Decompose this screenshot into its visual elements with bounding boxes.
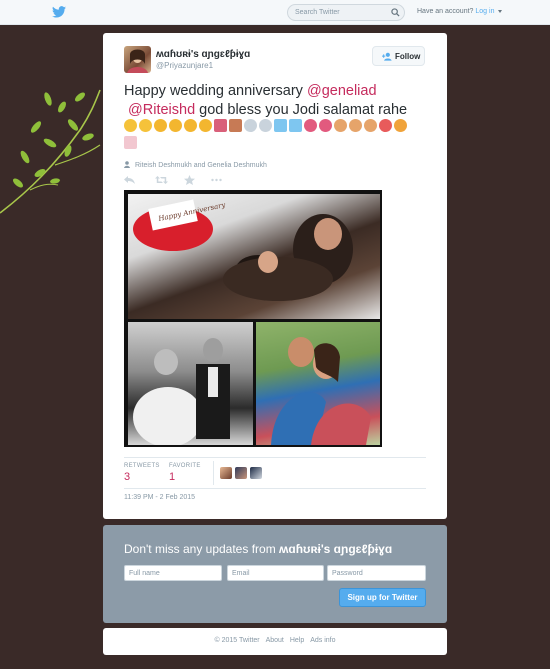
tweet-text-part1: Happy wedding anniversary	[124, 83, 307, 99]
signup-title: Don't miss any updates from ʍɑɦʊʀɨ's ɑɲɡ…	[124, 542, 392, 556]
stats-vertical-divider	[213, 461, 214, 485]
add-user-icon	[382, 52, 392, 61]
twitter-bird-icon[interactable]	[52, 6, 66, 18]
more-options-icon[interactable]	[211, 175, 222, 185]
search-input[interactable]: Search Twitter	[287, 4, 405, 21]
search-icon[interactable]	[391, 8, 400, 17]
favoriter-avatar[interactable]	[250, 467, 262, 479]
tweet-card: ʍɑɦʊʀɨ's ɑɲɡɛℓƥɨɣɑ @Priyazunjare1 Follow…	[103, 33, 447, 519]
retweets-count[interactable]: 3	[124, 471, 130, 483]
follow-button[interactable]: Follow	[372, 46, 425, 66]
couple-emoji-icon	[229, 119, 242, 132]
cake-emoji-icon	[124, 136, 137, 149]
author-name[interactable]: ʍɑɦʊʀɨ's ɑɲɡɛℓƥɨɣɑ	[156, 49, 250, 60]
mention-link-geneliad[interactable]: @geneliad	[307, 83, 377, 99]
account-prompt: Have an account?	[417, 8, 474, 15]
ring-emoji-icon	[244, 119, 257, 132]
account-menu[interactable]: Have an account? Log in	[417, 8, 503, 15]
gem-emoji-icon	[289, 119, 302, 132]
heart-eyes-emoji-icon	[124, 119, 137, 132]
author-handle[interactable]: @Priyazunjare1	[156, 61, 213, 70]
person-icon	[124, 161, 130, 168]
favoriter-avatar[interactable]	[235, 467, 247, 479]
clap-emoji-icon	[334, 119, 347, 132]
couple-kiss-emoji-icon	[214, 119, 227, 132]
tweet-text: Happy wedding anniversary @geneliad @Rit…	[124, 82, 434, 120]
emoji-row	[124, 119, 434, 153]
signup-button[interactable]: Sign up for Twitter	[339, 588, 426, 607]
kiss-emoji-icon	[184, 119, 197, 132]
favoriter-avatar[interactable]	[220, 467, 232, 479]
tweet-text-part2: god bless you Jodi salamat rahe	[195, 102, 408, 118]
follow-label: Follow	[395, 52, 421, 61]
footer-copyright: © 2015 Twitter	[214, 637, 260, 644]
photo-wedding-bw	[128, 322, 253, 445]
photo-couple-anniversary: Happy Anniversary	[128, 194, 380, 319]
bouquet-emoji-icon	[319, 119, 332, 132]
author-avatar[interactable]	[124, 46, 151, 73]
clap-emoji-icon	[364, 119, 377, 132]
stats-top-divider	[124, 457, 426, 458]
confetti-emoji-icon	[379, 119, 392, 132]
ring-emoji-icon	[259, 119, 272, 132]
favorites-count[interactable]: 1	[169, 471, 175, 483]
photo-couple-hug	[256, 322, 380, 445]
tweet-actions	[124, 175, 234, 185]
favorites-label: FAVORITE	[169, 463, 201, 469]
tweet-timestamp[interactable]: 11:39 PM - 2 Feb 2015	[124, 494, 195, 501]
caret-down-icon	[498, 9, 503, 13]
login-link[interactable]: Log in	[475, 8, 494, 15]
reply-icon[interactable]	[124, 175, 135, 185]
email-field[interactable]: Email	[227, 565, 324, 581]
signup-title-prefix: Don't miss any updates from	[124, 542, 280, 556]
footer-ads-link[interactable]: Ads info	[310, 637, 335, 644]
footer-help-link[interactable]: Help	[290, 637, 304, 644]
favorite-star-icon[interactable]	[184, 175, 195, 185]
gem-emoji-icon	[274, 119, 287, 132]
heart-eyes-emoji-icon	[139, 119, 152, 132]
tagged-names: Riteish Deshmukh and Genelia Deshmukh	[134, 162, 267, 169]
leaf-branch-decoration	[0, 89, 101, 214]
bouquet-emoji-icon	[304, 119, 317, 132]
footer-about-link[interactable]: About	[266, 637, 284, 644]
password-field[interactable]: Password	[327, 565, 426, 581]
kiss-emoji-icon	[154, 119, 167, 132]
top-bar: Search Twitter Have an account? Log in	[0, 0, 550, 25]
kiss-emoji-icon	[199, 119, 212, 132]
clap-emoji-icon	[349, 119, 362, 132]
footer: © 2015 Twitter About Help Ads info	[103, 628, 447, 655]
mention-link-riteishd[interactable]: @Riteishd	[128, 102, 195, 118]
retweet-icon[interactable]	[155, 175, 168, 185]
stats-bottom-divider	[124, 488, 426, 489]
tweet-photo-collage[interactable]: Happy Anniversary	[124, 190, 382, 447]
kiss-emoji-icon	[169, 119, 182, 132]
retweets-label: RETWEETS	[124, 463, 160, 469]
fullname-field[interactable]: Full name	[124, 565, 222, 581]
signup-panel: Don't miss any updates from ʍɑɦʊʀɨ's ɑɲɡ…	[103, 525, 447, 623]
party-popper-emoji-icon	[394, 119, 407, 132]
tagged-users[interactable]: Riteish Deshmukh and Genelia Deshmukh	[124, 161, 267, 169]
signup-title-name: ʍɑɦʊʀɨ's ɑɲɡɛℓƥɨɣɑ	[279, 542, 393, 556]
